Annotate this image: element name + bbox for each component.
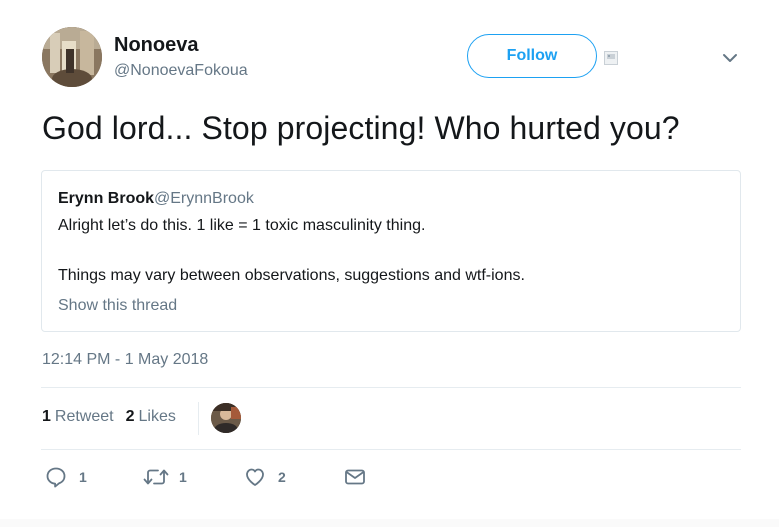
retweets-count: 1: [42, 408, 51, 425]
retweet-icon: [143, 469, 169, 485]
likes-stat[interactable]: 2 Likes: [126, 408, 176, 426]
reply-count: 1: [79, 469, 87, 485]
tweet-timestamp[interactable]: 12:14 PM - 1 May 2018: [42, 351, 208, 369]
envelope-icon: [345, 469, 365, 485]
liker-avatar[interactable]: [211, 403, 241, 433]
retweet-count: 1: [179, 469, 187, 485]
show-thread-link[interactable]: Show this thread: [58, 297, 177, 315]
likes-label: Likes: [138, 408, 176, 425]
quoted-text-line: Alright let’s do this. 1 like = 1 toxic …: [58, 217, 426, 234]
stats-separator: [198, 402, 199, 435]
chevron-down-icon[interactable]: [720, 50, 740, 66]
reply-action[interactable]: 1: [45, 465, 87, 489]
divider: [41, 449, 741, 450]
tweet-text: God lord... Stop projecting! Who hurted …: [42, 110, 680, 146]
retweets-stat[interactable]: 1 Retweet: [42, 408, 114, 426]
quoted-author-fullname: Erynn Brook: [58, 190, 155, 207]
reply-icon: [46, 467, 66, 488]
like-action[interactable]: 2: [244, 465, 286, 489]
tweet-stats: 1 Retweet 2 Likes: [42, 408, 188, 426]
quoted-tweet[interactable]: Erynn Brook @ErynnBrook Alright let’s do…: [41, 170, 741, 332]
quoted-author-screenname: @ErynnBrook: [154, 190, 254, 207]
author-fullname[interactable]: Nonoeva: [114, 33, 198, 57]
tweet-card: Nonoeva @NonoevaFokoua Follow God lord..…: [0, 0, 779, 527]
author-screenname[interactable]: @NonoevaFokoua: [114, 61, 248, 81]
likes-count: 2: [125, 408, 135, 425]
direct-message-action[interactable]: [344, 465, 366, 489]
bottom-border: [0, 519, 779, 527]
like-count: 2: [278, 469, 286, 485]
heart-icon: [246, 468, 264, 486]
retweet-action[interactable]: 1: [143, 465, 187, 489]
broken-image-icon: [604, 51, 618, 65]
quoted-text-line: Things may vary between observations, su…: [58, 267, 525, 284]
follow-button[interactable]: Follow: [467, 34, 597, 78]
author-avatar[interactable]: [42, 27, 102, 87]
retweets-label: Retweet: [54, 408, 114, 425]
divider: [41, 387, 741, 388]
